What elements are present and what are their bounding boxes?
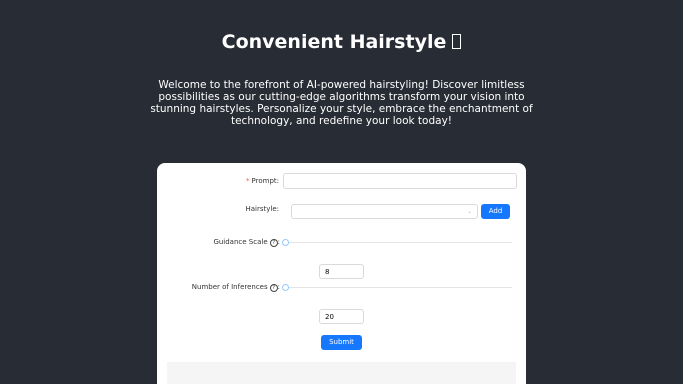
guidance-scale-input[interactable] <box>319 264 364 279</box>
question-circle-icon: ? <box>269 284 278 292</box>
num-inferences-input[interactable] <box>319 309 364 324</box>
required-mark: * <box>246 177 250 185</box>
question-circle-icon: ? <box>269 239 278 247</box>
prompt-colon: : <box>276 177 279 185</box>
num-inferences-slider-handle[interactable] <box>282 284 289 291</box>
hairstyle-select[interactable]: ⌄ <box>291 204 478 219</box>
prompt-label-text: Prompt <box>251 177 277 185</box>
hairstyle-colon: : <box>276 205 279 213</box>
add-hairstyle-button[interactable]: Add <box>481 204 510 219</box>
num-inferences-colon: : <box>277 283 280 291</box>
guidance-scale-colon: : <box>277 238 280 246</box>
page-title: Convenient Hairstyle <box>0 31 683 53</box>
hairstyle-label: Hairstyle: <box>200 205 279 213</box>
missing-glyph-icon <box>452 34 462 49</box>
chevron-down-icon: ⌄ <box>466 208 472 215</box>
intro-text: Welcome to the forefront of AI-powered h… <box>150 79 533 127</box>
hairstyle-label-text: Hairstyle <box>245 205 277 213</box>
num-inferences-slider-track[interactable] <box>286 287 512 288</box>
num-inferences-label-text: Number of Inferences <box>191 283 268 291</box>
guidance-scale-slider-handle[interactable] <box>282 239 289 246</box>
result-area <box>167 362 516 384</box>
page: Convenient Hairstyle Welcome to the fore… <box>0 0 683 384</box>
submit-button[interactable]: Submit <box>321 335 362 350</box>
guidance-scale-label: Guidance Scale?: <box>180 238 280 247</box>
prompt-label: * Prompt: <box>200 177 279 185</box>
num-inferences-label: Number of Inferences?: <box>170 283 280 292</box>
guidance-scale-label-text: Guidance Scale <box>213 238 268 246</box>
page-title-text: Convenient Hairstyle <box>221 31 447 53</box>
guidance-scale-slider-track[interactable] <box>286 242 512 243</box>
prompt-input[interactable] <box>283 173 517 189</box>
